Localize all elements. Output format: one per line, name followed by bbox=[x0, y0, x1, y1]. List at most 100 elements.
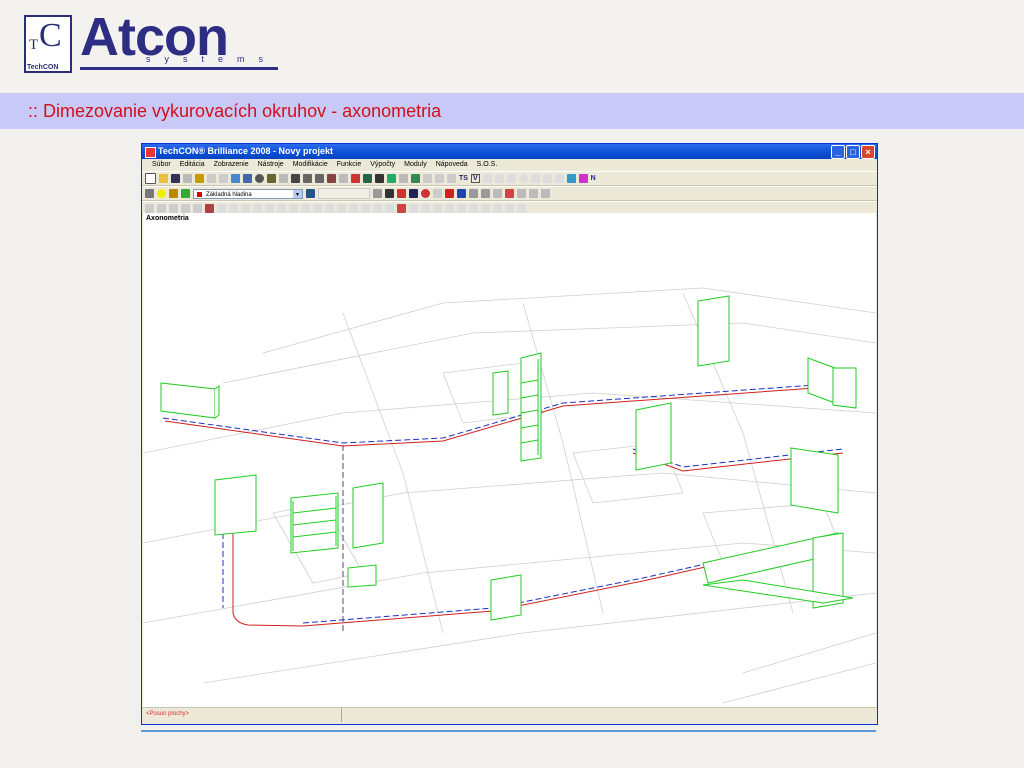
undo-icon[interactable] bbox=[207, 174, 216, 183]
dim-icon[interactable] bbox=[542, 174, 552, 183]
rect-icon[interactable] bbox=[506, 174, 516, 183]
line-icon[interactable] bbox=[482, 174, 492, 183]
ts-button[interactable]: TS bbox=[459, 175, 468, 182]
wall-icon[interactable] bbox=[469, 189, 478, 198]
target-icon[interactable] bbox=[421, 189, 430, 198]
draw-tool-icon[interactable] bbox=[337, 204, 346, 213]
window-icon[interactable] bbox=[481, 189, 490, 198]
tool-icon[interactable] bbox=[411, 174, 420, 183]
zoom-prev-icon[interactable] bbox=[339, 174, 348, 183]
north-button[interactable]: N bbox=[591, 175, 596, 182]
hatch-icon[interactable] bbox=[554, 174, 564, 183]
minimize-button[interactable]: _ bbox=[831, 145, 845, 159]
plus-icon[interactable] bbox=[433, 189, 442, 198]
draw-tool-icon[interactable] bbox=[277, 204, 286, 213]
arc-icon[interactable] bbox=[530, 174, 540, 183]
misc1-icon[interactable] bbox=[517, 189, 526, 198]
menu-moduly[interactable]: Moduly bbox=[404, 159, 427, 171]
draw-tool-icon[interactable] bbox=[349, 204, 358, 213]
redo-icon[interactable] bbox=[219, 174, 228, 183]
lightbulb-icon[interactable] bbox=[157, 189, 166, 198]
snap-line-icon[interactable] bbox=[457, 189, 466, 198]
help-icon[interactable] bbox=[195, 174, 204, 183]
drawing-canvas[interactable]: Axonometria bbox=[143, 213, 876, 707]
circle-icon[interactable] bbox=[518, 174, 528, 183]
misc2-icon[interactable] bbox=[529, 189, 538, 198]
grid-icon[interactable] bbox=[445, 189, 454, 198]
layers-manager-icon[interactable] bbox=[145, 189, 154, 198]
new-file-icon[interactable] bbox=[145, 173, 156, 184]
layer-color-icon[interactable] bbox=[181, 189, 190, 198]
menu-funkcie[interactable]: Funkcie bbox=[337, 159, 362, 171]
tool2-icon[interactable] bbox=[423, 174, 432, 183]
draw-tool-icon[interactable] bbox=[289, 204, 298, 213]
menu-vypocty[interactable]: Výpočty bbox=[370, 159, 395, 171]
v-button[interactable]: V bbox=[470, 174, 480, 183]
tool3-icon[interactable] bbox=[435, 174, 444, 183]
polyline-icon[interactable] bbox=[494, 174, 504, 183]
draw-tool-icon[interactable] bbox=[421, 204, 430, 213]
mirror-icon[interactable] bbox=[387, 174, 396, 183]
rotate-icon[interactable] bbox=[375, 174, 384, 183]
maximize-button[interactable]: □ bbox=[846, 145, 860, 159]
draw-tool-icon[interactable] bbox=[313, 204, 322, 213]
settings-icon[interactable] bbox=[255, 174, 264, 183]
draw-tool-icon[interactable] bbox=[409, 204, 418, 213]
linetype-select[interactable] bbox=[318, 188, 370, 199]
print-icon[interactable] bbox=[183, 174, 192, 183]
close-button[interactable]: × bbox=[861, 145, 875, 159]
element-icon[interactable] bbox=[373, 189, 382, 198]
copy-icon[interactable] bbox=[243, 174, 252, 183]
zoom-out-icon[interactable] bbox=[315, 174, 324, 183]
draw-tool-icon[interactable] bbox=[325, 204, 334, 213]
move-icon[interactable] bbox=[363, 174, 372, 183]
colors-icon[interactable] bbox=[578, 174, 588, 183]
abc-icon[interactable] bbox=[397, 189, 406, 198]
draw-tool-icon[interactable] bbox=[217, 204, 226, 213]
layers-icon[interactable] bbox=[566, 174, 576, 183]
misc3-icon[interactable] bbox=[541, 189, 550, 198]
snap-icon[interactable] bbox=[351, 174, 360, 183]
draw-tool-icon[interactable] bbox=[517, 204, 526, 213]
pen-icon[interactable] bbox=[399, 174, 408, 183]
book-icon[interactable] bbox=[267, 174, 276, 183]
save-icon[interactable] bbox=[171, 174, 180, 183]
chevron-down-icon[interactable]: ▾ bbox=[293, 189, 302, 198]
draw-tool-icon[interactable] bbox=[253, 204, 262, 213]
draw-tool-icon[interactable] bbox=[229, 204, 238, 213]
lock-icon[interactable] bbox=[169, 189, 178, 198]
draw-tool-icon[interactable] bbox=[193, 204, 202, 213]
book-icon[interactable] bbox=[306, 189, 315, 198]
menu-napoveda[interactable]: Nápoveda bbox=[436, 159, 468, 171]
table-icon[interactable] bbox=[205, 204, 214, 213]
draw-tool-icon[interactable] bbox=[493, 204, 502, 213]
menu-nastroje[interactable]: Nástroje bbox=[258, 159, 284, 171]
draw-tool-icon[interactable] bbox=[469, 204, 478, 213]
zoom-all-icon[interactable] bbox=[327, 174, 336, 183]
menu-sos[interactable]: S.O.S. bbox=[477, 159, 498, 171]
draw-tool-icon[interactable] bbox=[505, 204, 514, 213]
title-bar[interactable]: TechCON® Brilliance 2008 - Novy projekt … bbox=[142, 144, 877, 159]
tool4-icon[interactable] bbox=[447, 174, 456, 183]
menu-editacia[interactable]: Editácia bbox=[180, 159, 205, 171]
cross-icon[interactable] bbox=[409, 189, 418, 198]
menu-modifikacie[interactable]: Modifikácie bbox=[293, 159, 328, 171]
con-icon[interactable] bbox=[505, 189, 514, 198]
draw-tool-icon[interactable] bbox=[445, 204, 454, 213]
draw-tool-icon[interactable] bbox=[265, 204, 274, 213]
draw-tool-icon[interactable] bbox=[457, 204, 466, 213]
draw-tool-icon[interactable] bbox=[241, 204, 250, 213]
text-icon[interactable] bbox=[493, 189, 502, 198]
draw-tool-icon[interactable] bbox=[169, 204, 178, 213]
draw-tool-icon[interactable] bbox=[433, 204, 442, 213]
color-grid-icon[interactable] bbox=[397, 204, 406, 213]
draw-tool-icon[interactable] bbox=[481, 204, 490, 213]
layout-icon[interactable] bbox=[231, 174, 240, 183]
wrench-icon[interactable] bbox=[385, 189, 394, 198]
menu-zobrazenie[interactable]: Zobrazenie bbox=[214, 159, 249, 171]
open-folder-icon[interactable] bbox=[159, 174, 168, 183]
menu-subor[interactable]: Súbor bbox=[152, 159, 171, 171]
layer-select[interactable]: Základná hladina ▾ bbox=[193, 188, 303, 199]
draw-tool-icon[interactable] bbox=[301, 204, 310, 213]
draw-tool-icon[interactable] bbox=[157, 204, 166, 213]
